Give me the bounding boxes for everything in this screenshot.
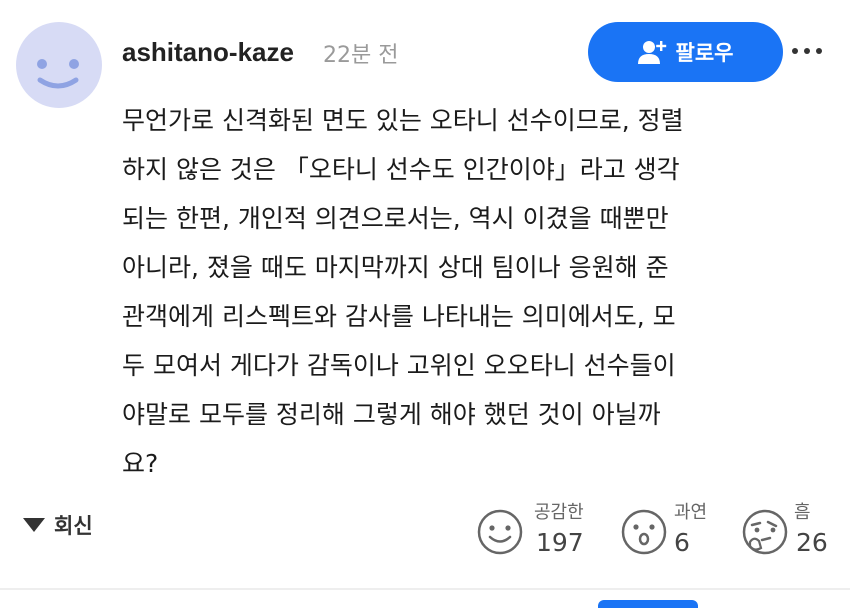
next-comment-follow-button-peek[interactable] [598, 600, 698, 608]
dot-icon [804, 48, 810, 54]
comment-line: 무언가로 신격화된 면도 있는 오타니 선수이므로, 정렬 [122, 106, 684, 135]
comment-card: ashitano-kaze 22분 전 팔로우 무언가로 신격화된 면도 있는 … [0, 0, 850, 590]
comment-body: 무언가로 신격화된 면도 있는 오타니 선수이므로, 정렬 하지 않은 것은 「… [122, 96, 832, 488]
comment-line: 아니라, 졌을 때도 마지막까지 상대 팀이나 응원해 준 [122, 253, 669, 282]
avatar[interactable] [16, 22, 102, 108]
reaction-count: 6 [674, 528, 690, 557]
dot-icon [816, 48, 822, 54]
comment-line: 두 모여서 게다가 감독이나 고위인 오오타니 선수들이 [122, 351, 676, 380]
reaction-label: 흠 [794, 502, 811, 523]
comment-line: 관객에게 리스펙트와 감사를 나타내는 의미에서도, 모 [122, 302, 676, 331]
comment-line: 야말로 모두를 정리해 그렇게 해야 했던 것이 아닐까 [122, 400, 661, 429]
thinking-face-icon [742, 509, 788, 555]
reaction-label: 과연 [674, 502, 708, 523]
comment-divider [0, 588, 850, 590]
follow-label: 팔로우 [675, 41, 734, 65]
dot-icon [792, 48, 798, 54]
triangle-down-icon [23, 518, 45, 532]
reaction-hmm-button[interactable]: 흠 26 [740, 498, 840, 568]
timestamp: 22분 전 [323, 43, 399, 68]
follow-button[interactable]: 팔로우 [588, 22, 783, 82]
reply-toggle[interactable]: 회신 [22, 510, 93, 540]
comment-line: 되는 한편, 개인적 의견으로서는, 역시 이겼을 때뿐만 [122, 204, 669, 233]
reaction-surprised-button[interactable]: 과연 6 [620, 498, 730, 568]
add-user-icon [637, 41, 666, 64]
reaction-count: 197 [536, 528, 584, 557]
more-options-button[interactable] [785, 36, 829, 66]
comment-line: 하지 않은 것은 「오타니 선수도 인간이야」라고 생각 [122, 155, 680, 184]
surprised-face-icon [621, 509, 667, 555]
comment-line: 요? [122, 449, 159, 478]
smile-face-icon [477, 509, 523, 555]
reply-label: 회신 [54, 514, 93, 538]
reaction-count: 26 [796, 528, 828, 557]
username[interactable]: ashitano-kaze [122, 37, 294, 68]
reaction-label: 공감한 [534, 502, 584, 523]
smiley-avatar-icon [37, 59, 79, 89]
reaction-like-button[interactable]: 공감한 197 [476, 498, 606, 568]
